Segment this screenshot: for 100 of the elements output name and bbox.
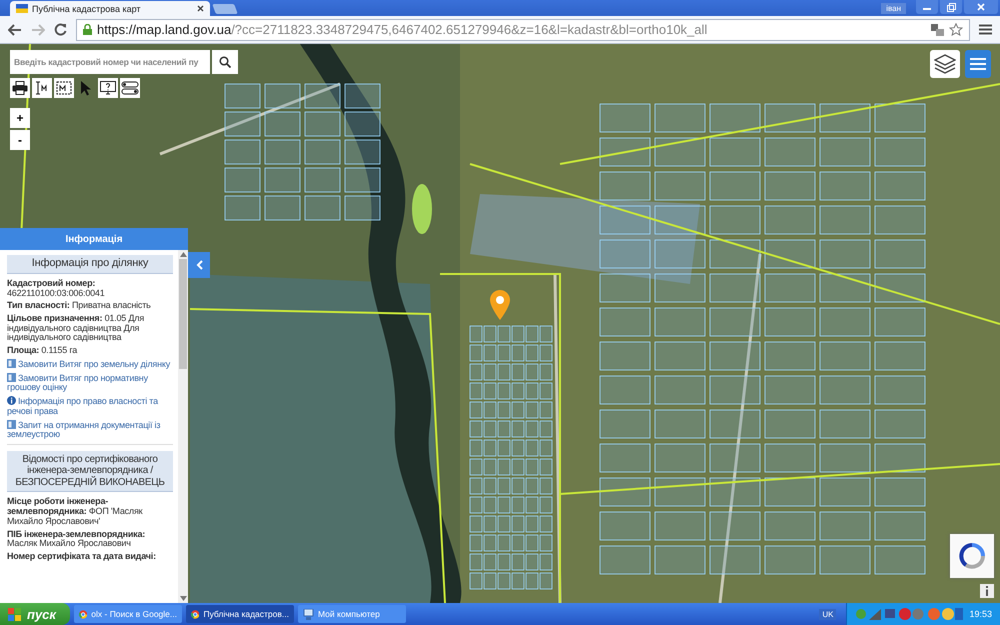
land-parcel[interactable]	[710, 308, 760, 336]
land-parcel[interactable]	[224, 168, 260, 192]
land-parcel[interactable]	[512, 420, 524, 438]
land-parcel[interactable]	[470, 326, 482, 342]
land-parcel[interactable]	[526, 326, 538, 342]
land-parcel[interactable]	[654, 104, 706, 132]
land-parcel[interactable]	[484, 496, 496, 514]
land-parcel[interactable]	[654, 274, 706, 302]
land-parcel[interactable]	[820, 342, 870, 370]
land-parcel[interactable]	[874, 410, 926, 438]
land-parcel[interactable]	[264, 196, 300, 220]
land-parcel[interactable]	[344, 168, 380, 192]
parcel-link[interactable]: Запит на отримання документації із землеустрою	[7, 420, 173, 440]
land-parcel[interactable]	[304, 168, 340, 192]
land-parcel[interactable]	[264, 168, 300, 192]
land-parcel[interactable]	[526, 440, 538, 456]
land-parcel[interactable]	[484, 326, 496, 342]
taskbar-button[interactable]: olx - Поиск в Google...	[74, 605, 182, 623]
land-parcel[interactable]	[820, 410, 870, 438]
land-parcel[interactable]	[470, 402, 482, 418]
land-parcel[interactable]	[484, 572, 496, 590]
land-parcel[interactable]	[498, 458, 510, 476]
land-parcel[interactable]	[526, 554, 538, 570]
land-parcel[interactable]	[498, 344, 510, 362]
land-parcel[interactable]	[512, 572, 524, 590]
land-parcel[interactable]	[470, 344, 482, 362]
land-parcel[interactable]	[470, 382, 482, 400]
parcel-link[interactable]: Замовити Витяг про земельну ділянку	[7, 358, 173, 370]
land-parcel[interactable]	[710, 104, 760, 132]
land-parcel[interactable]	[304, 84, 340, 108]
land-parcel[interactable]	[470, 516, 482, 532]
land-parcel[interactable]	[512, 534, 524, 552]
land-parcel[interactable]	[600, 172, 650, 200]
land-parcel[interactable]	[654, 172, 706, 200]
land-parcel[interactable]	[498, 382, 510, 400]
user-name-badge[interactable]: іван	[881, 2, 906, 14]
land-parcel[interactable]	[600, 478, 650, 506]
land-parcel[interactable]	[526, 534, 538, 552]
land-parcel[interactable]	[820, 274, 870, 302]
land-parcel[interactable]	[484, 516, 496, 532]
land-parcel[interactable]	[710, 274, 760, 302]
land-parcel[interactable]	[526, 496, 538, 514]
land-parcel[interactable]	[264, 140, 300, 164]
land-parcel[interactable]	[484, 382, 496, 400]
search-field[interactable]: Введіть кадастровий номер чи населений пу	[10, 50, 210, 74]
land-parcel[interactable]	[484, 534, 496, 552]
land-parcel[interactable]	[304, 196, 340, 220]
zoom-out-button[interactable]: -	[10, 130, 30, 150]
reload-icon[interactable]	[54, 23, 67, 36]
land-parcel[interactable]	[512, 478, 524, 494]
land-parcel[interactable]	[264, 112, 300, 136]
land-parcel[interactable]	[344, 140, 380, 164]
route-button[interactable]	[120, 78, 140, 98]
land-parcel[interactable]	[874, 240, 926, 268]
start-button[interactable]: пуск	[0, 603, 70, 625]
land-parcel[interactable]	[654, 240, 706, 268]
land-parcel[interactable]	[874, 274, 926, 302]
land-parcel[interactable]	[874, 206, 926, 234]
land-parcel[interactable]	[344, 84, 380, 108]
info-tool-button[interactable]	[98, 78, 118, 98]
land-parcel[interactable]	[764, 444, 816, 472]
land-parcel[interactable]	[498, 326, 510, 342]
land-parcel[interactable]	[484, 478, 496, 494]
land-parcel[interactable]	[224, 112, 260, 136]
land-parcel[interactable]	[874, 172, 926, 200]
land-parcel[interactable]	[764, 546, 816, 574]
land-parcel[interactable]	[526, 420, 538, 438]
land-parcel[interactable]	[264, 84, 300, 108]
land-parcel[interactable]	[820, 206, 870, 234]
land-parcel[interactable]	[600, 512, 650, 540]
land-parcel[interactable]	[484, 554, 496, 570]
land-parcel[interactable]	[540, 534, 552, 552]
land-parcel[interactable]	[540, 344, 552, 362]
land-parcel[interactable]	[498, 402, 510, 418]
land-parcel[interactable]	[512, 326, 524, 342]
land-parcel[interactable]	[540, 572, 552, 590]
land-parcel[interactable]	[710, 410, 760, 438]
info-button[interactable]	[980, 584, 994, 598]
land-parcel[interactable]	[820, 546, 870, 574]
land-parcel[interactable]	[498, 572, 510, 590]
land-parcel[interactable]	[654, 206, 706, 234]
land-parcel[interactable]	[764, 240, 816, 268]
land-parcel[interactable]	[600, 376, 650, 404]
land-parcel[interactable]	[512, 382, 524, 400]
system-tray-icons-drawing[interactable]	[855, 607, 964, 621]
menu-button[interactable]	[965, 50, 991, 78]
land-parcel[interactable]	[820, 376, 870, 404]
land-parcel[interactable]	[498, 478, 510, 494]
measure-area-button[interactable]	[54, 78, 74, 98]
land-parcel[interactable]	[470, 554, 482, 570]
land-parcel[interactable]	[470, 534, 482, 552]
collapse-panel-button[interactable]	[188, 252, 210, 278]
land-parcel[interactable]	[484, 344, 496, 362]
land-parcel[interactable]	[874, 546, 926, 574]
search-button[interactable]	[212, 50, 238, 74]
close-tab-icon[interactable]	[197, 5, 204, 12]
land-parcel[interactable]	[874, 376, 926, 404]
land-parcel[interactable]	[764, 206, 816, 234]
land-parcel[interactable]	[470, 440, 482, 456]
land-parcel[interactable]	[764, 376, 816, 404]
